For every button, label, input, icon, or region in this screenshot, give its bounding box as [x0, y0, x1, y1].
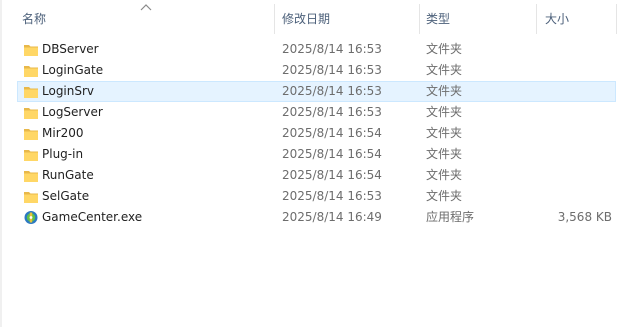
file-row[interactable]: SelGate 2025/8/14 16:53 文件夹 — [0, 186, 633, 207]
column-header-date[interactable]: 修改日期 — [282, 0, 330, 36]
file-date: 2025/8/14 16:53 — [282, 63, 382, 77]
file-date: 2025/8/14 16:53 — [282, 189, 382, 203]
file-name: SelGate — [42, 189, 90, 203]
file-type: 文件夹 — [426, 189, 463, 203]
file-date: 2025/8/14 16:53 — [282, 42, 382, 56]
file-type: 文件夹 — [426, 168, 463, 182]
file-row[interactable]: DBServer 2025/8/14 16:53 文件夹 — [0, 39, 633, 60]
column-divider[interactable] — [536, 4, 537, 34]
folder-icon — [24, 45, 38, 56]
column-divider[interactable] — [419, 4, 420, 34]
file-type: 文件夹 — [426, 105, 463, 119]
folder-icon — [24, 150, 38, 161]
file-date: 2025/8/14 16:54 — [282, 168, 382, 182]
file-name: DBServer — [42, 42, 99, 56]
column-header-bar: 名称 修改日期 类型 大小 — [0, 0, 633, 36]
file-name: LoginGate — [42, 63, 104, 77]
file-name: Mir200 — [42, 126, 84, 140]
file-name: Plug-in — [42, 147, 84, 161]
file-type: 应用程序 — [426, 210, 475, 224]
file-type: 文件夹 — [426, 84, 463, 98]
app-icon — [24, 211, 38, 224]
file-type: 文件夹 — [426, 63, 463, 77]
file-list-pane: 名称 修改日期 类型 大小 DBServer 2025/8/14 16:53 文… — [0, 0, 633, 327]
file-row[interactable]: Plug-in 2025/8/14 16:54 文件夹 — [0, 144, 633, 165]
column-divider[interactable] — [274, 4, 275, 34]
file-row-selected[interactable]: LoginSrv 2025/8/14 16:53 文件夹 — [0, 81, 633, 102]
file-date: 2025/8/14 16:54 — [282, 147, 382, 161]
file-name: GameCenter.exe — [42, 210, 143, 224]
folder-icon — [24, 108, 38, 119]
file-date: 2025/8/14 16:53 — [282, 105, 382, 119]
file-date: 2025/8/14 16:54 — [282, 126, 382, 140]
file-row[interactable]: GameCenter.exe 2025/8/14 16:49 应用程序 3,56… — [0, 207, 633, 228]
column-header-size[interactable]: 大小 — [545, 0, 569, 36]
column-header-type[interactable]: 类型 — [426, 0, 450, 36]
file-size: 3,568 KB — [557, 210, 612, 224]
file-date: 2025/8/14 16:53 — [282, 84, 382, 98]
file-row[interactable]: RunGate 2025/8/14 16:54 文件夹 — [0, 165, 633, 186]
file-row[interactable]: LoginGate 2025/8/14 16:53 文件夹 — [0, 60, 633, 81]
file-type: 文件夹 — [426, 42, 463, 56]
sort-ascending-icon — [140, 4, 152, 11]
column-header-name[interactable]: 名称 — [22, 0, 46, 36]
file-list: DBServer 2025/8/14 16:53 文件夹 LoginGate 2… — [0, 39, 633, 228]
file-name: RunGate — [42, 168, 94, 182]
folder-icon — [24, 66, 38, 77]
folder-icon — [24, 87, 38, 98]
folder-icon — [24, 171, 38, 182]
folder-icon — [24, 192, 38, 203]
file-date: 2025/8/14 16:49 — [282, 210, 382, 224]
file-name: LoginSrv — [42, 84, 95, 98]
file-name: LogServer — [42, 105, 103, 119]
file-type: 文件夹 — [426, 147, 463, 161]
file-type: 文件夹 — [426, 126, 463, 140]
folder-icon — [24, 129, 38, 140]
file-row[interactable]: LogServer 2025/8/14 16:53 文件夹 — [0, 102, 633, 123]
column-divider[interactable] — [616, 4, 617, 34]
file-row[interactable]: Mir200 2025/8/14 16:54 文件夹 — [0, 123, 633, 144]
